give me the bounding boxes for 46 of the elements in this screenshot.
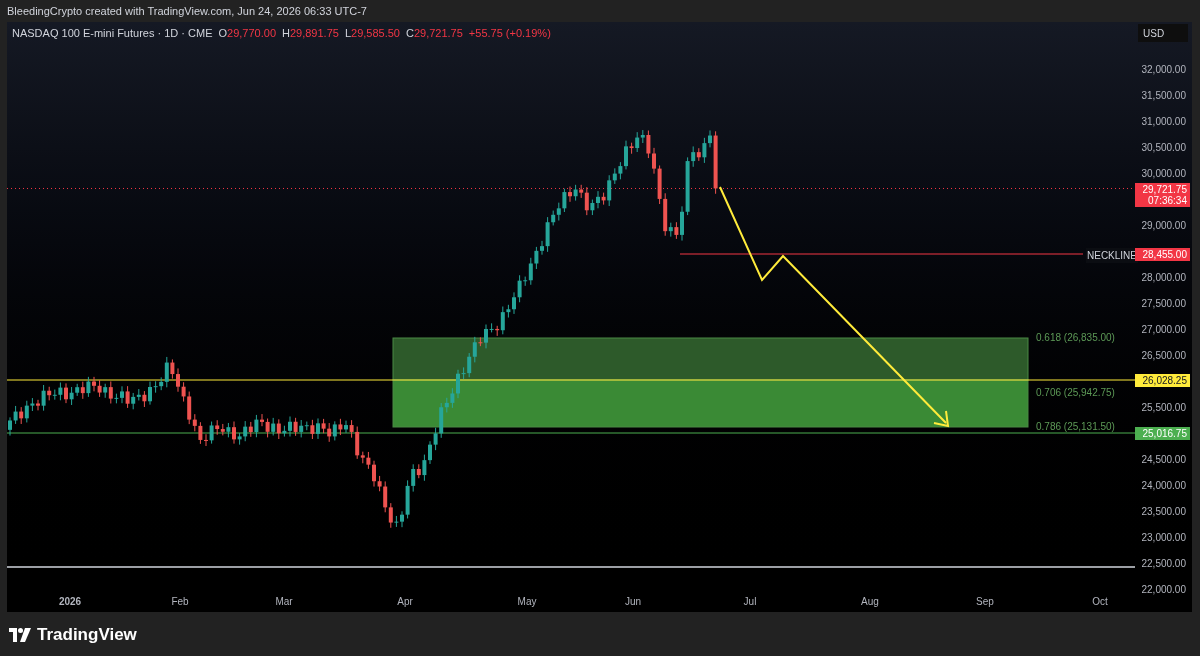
countdown-text: 07:36:34 <box>1148 195 1187 206</box>
price-tick: 25,500.00 <box>1141 402 1186 414</box>
price-tick: 32,000.00 <box>1141 64 1186 76</box>
price-tick: 27,500.00 <box>1141 298 1186 310</box>
time-tick: Feb <box>171 595 189 609</box>
price-tick: 26,500.00 <box>1141 350 1186 362</box>
time-tick: Apr <box>397 595 413 609</box>
price-tick: 23,500.00 <box>1141 506 1186 518</box>
fib-level-label: 0.786 (25,131.50) <box>1036 420 1115 434</box>
ohlc-value: O29,770.00 <box>218 26 276 41</box>
price-tag-text: 25,016.75 <box>1142 428 1187 439</box>
time-tick: Jun <box>624 595 642 609</box>
symbol-title: NASDAQ 100 E-mini Futures · 1D · CME <box>12 26 213 41</box>
change-value: +55.75 (+0.19%) <box>468 26 551 41</box>
ohlc-value: C29,721.75 <box>405 26 463 41</box>
attribution-text: BleedingCrypto created with TradingView.com, Jun 24, 2026 06:33 UTC-7 <box>7 3 367 19</box>
ohlc-value: H29,891.75 <box>282 26 339 41</box>
time-tick: Jul <box>743 595 757 609</box>
currency-label: USD <box>1138 24 1188 42</box>
ohlc-value: L29,585.50 <box>344 26 400 41</box>
price-tag-text: 28,455.00 <box>1142 249 1187 260</box>
price-tick: 22,000.00 <box>1141 584 1186 596</box>
fib-level-label: 0.706 (25,942.75) <box>1036 386 1115 400</box>
price-tick: 31,000.00 <box>1141 116 1186 128</box>
neckline-label: NECKLINE <box>1086 248 1138 263</box>
fib-level-label: 0.618 (26,835.00) <box>1036 331 1115 345</box>
time-tick: May <box>517 595 537 609</box>
time-tick: Oct <box>1092 595 1108 609</box>
price-tick: 22,500.00 <box>1141 558 1186 570</box>
price-tick: 31,500.00 <box>1141 90 1186 102</box>
time-tick: 2026 <box>58 595 82 609</box>
price-tick: 30,500.00 <box>1141 142 1186 154</box>
price-tick: 24,000.00 <box>1141 480 1186 492</box>
time-tick: Mar <box>275 595 293 609</box>
brand-name: TradingView <box>37 624 137 646</box>
price-tag-text: 26,028.25 <box>1142 375 1187 386</box>
price-tick: 23,000.00 <box>1141 532 1186 544</box>
logo-icon <box>9 627 31 642</box>
price-tick: 28,000.00 <box>1141 272 1186 284</box>
price-tick: 29,000.00 <box>1141 220 1186 232</box>
time-tick: Aug <box>861 595 879 609</box>
price-tag-text: 29,721.75 <box>1142 184 1187 195</box>
price-tick: 27,000.00 <box>1141 324 1186 336</box>
time-tick: Sep <box>976 595 994 609</box>
price-tick: 30,000.00 <box>1141 168 1186 180</box>
price-tick: 24,500.00 <box>1141 454 1186 466</box>
